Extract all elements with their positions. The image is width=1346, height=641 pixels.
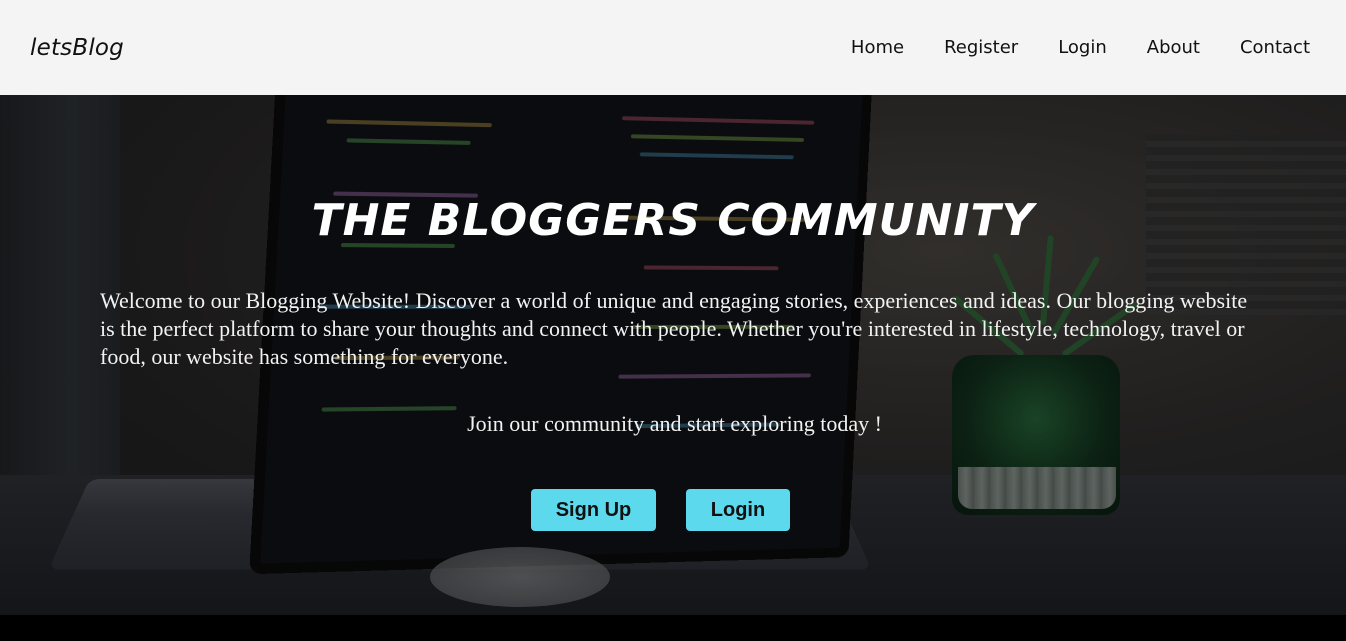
signup-button[interactable]: Sign Up <box>531 489 656 531</box>
nav-links: Home Register Login About Contact <box>851 37 1310 58</box>
hero-description: Welcome to our Blogging Website! Discove… <box>100 288 1248 369</box>
nav-link-about[interactable]: About <box>1147 37 1200 58</box>
navbar: letsBlog Home Register Login About Conta… <box>0 0 1346 95</box>
hero-join-text: Join our community and start exploring t… <box>467 411 882 436</box>
nav-link-home[interactable]: Home <box>851 37 904 58</box>
nav-link-login[interactable]: Login <box>1058 37 1107 58</box>
nav-link-contact[interactable]: Contact <box>1240 37 1310 58</box>
footer-bar <box>0 615 1346 641</box>
brand-logo[interactable]: letsBlog <box>30 35 124 61</box>
hero-title: THE BLOGGERS COMMUNITY <box>311 195 1035 246</box>
nav-link-register[interactable]: Register <box>944 37 1018 58</box>
hero-section: THE BLOGGERS COMMUNITY Welcome to our Bl… <box>0 95 1346 615</box>
login-button[interactable]: Login <box>686 489 790 531</box>
hero-content: THE BLOGGERS COMMUNITY Welcome to our Bl… <box>0 95 1346 615</box>
